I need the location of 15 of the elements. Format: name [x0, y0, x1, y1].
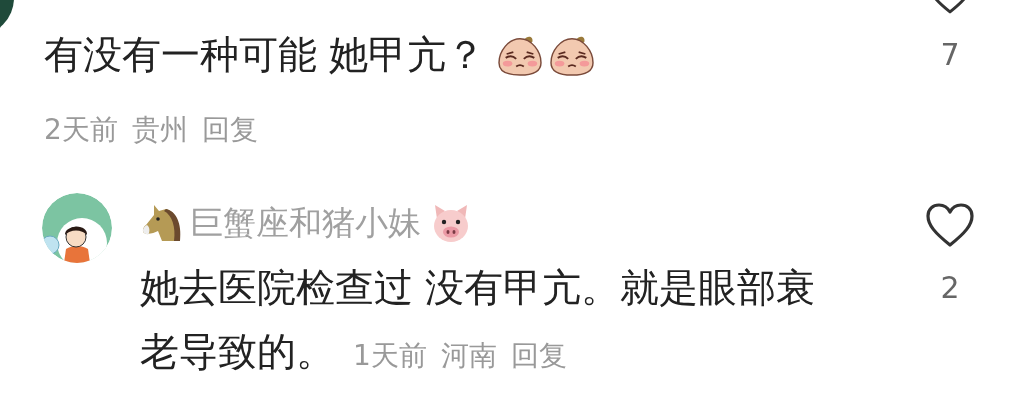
like-count: 7: [940, 36, 960, 74]
comment-location: 河南: [440, 339, 497, 372]
reply-link[interactable]: 回复: [201, 110, 258, 150]
like-count: 2: [940, 269, 960, 307]
comment-text: 有没有一种可能 她甲亢？: [44, 31, 486, 79]
user-name[interactable]: 巨蟹座和猪小妹: [190, 198, 421, 248]
reply-link[interactable]: 回复: [510, 339, 567, 372]
comment-time: 1天前: [353, 339, 427, 372]
crying-sticker-icon: [549, 34, 596, 76]
heart-icon[interactable]: [925, 202, 975, 248]
comment-text: 她去医院检查过 没有甲亢。就是眼部衰老导致的。 1天前 河南 回复: [140, 264, 817, 376]
comment-location: 贵州: [131, 112, 188, 148]
avatar[interactable]: [42, 193, 112, 263]
crying-sticker-icon: [497, 34, 544, 76]
comment-time: 2天前: [44, 112, 118, 148]
